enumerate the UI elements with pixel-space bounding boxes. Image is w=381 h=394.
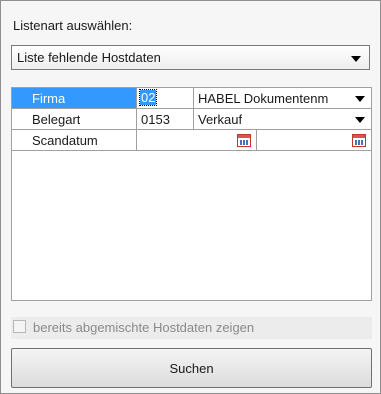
firma-dropdown[interactable]: HABEL Dokumentenm — [194, 88, 371, 109]
scandatum-from-field[interactable] — [137, 130, 257, 151]
belegart-value: Verkauf — [198, 112, 243, 127]
panel-frame: Listenart auswählen: Liste fehlende Host… — [0, 0, 381, 394]
belegart-dropdown[interactable]: Verkauf — [194, 109, 371, 130]
search-button[interactable]: Suchen — [11, 348, 372, 388]
grid-row-firma: Firma 02 HABEL Dokumentenm — [12, 88, 371, 110]
list-type-dropdown[interactable]: Liste fehlende Hostdaten — [11, 45, 370, 70]
show-mixed-hostdata-checkbox[interactable] — [13, 320, 26, 333]
grid-row-scandatum: Scandatum — [12, 130, 371, 152]
chevron-down-icon[interactable] — [355, 117, 365, 123]
row-label-firma[interactable]: Firma — [12, 88, 137, 109]
calendar-icon[interactable] — [237, 134, 251, 147]
row-label-belegart: Belegart — [12, 109, 137, 130]
search-button-label: Suchen — [169, 361, 214, 376]
chevron-down-icon[interactable] — [355, 96, 365, 102]
scandatum-to-field[interactable] — [257, 130, 371, 151]
firma-code-value: 02 — [138, 89, 158, 106]
chevron-down-icon[interactable] — [351, 56, 361, 62]
belegart-code-field[interactable]: 0153 — [137, 109, 194, 130]
belegart-code-value: 0153 — [141, 112, 170, 127]
firma-code-field[interactable]: 02 — [137, 88, 194, 109]
row-label-scandatum: Scandatum — [12, 130, 137, 151]
show-mixed-hostdata-label: bereits abgemischte Hostdaten zeigen — [33, 320, 255, 335]
list-type-selected-value: Liste fehlende Hostdaten — [17, 50, 161, 65]
filter-grid: Firma 02 HABEL Dokumentenm Belegart 0153… — [11, 87, 372, 301]
show-mixed-hostdata-option[interactable]: bereits abgemischte Hostdaten zeigen — [11, 317, 372, 339]
list-type-label: Listenart auswählen: — [13, 18, 133, 33]
firma-name-value: HABEL Dokumentenm — [198, 91, 329, 106]
calendar-icon[interactable] — [352, 134, 366, 147]
grid-row-belegart: Belegart 0153 Verkauf — [12, 109, 371, 131]
